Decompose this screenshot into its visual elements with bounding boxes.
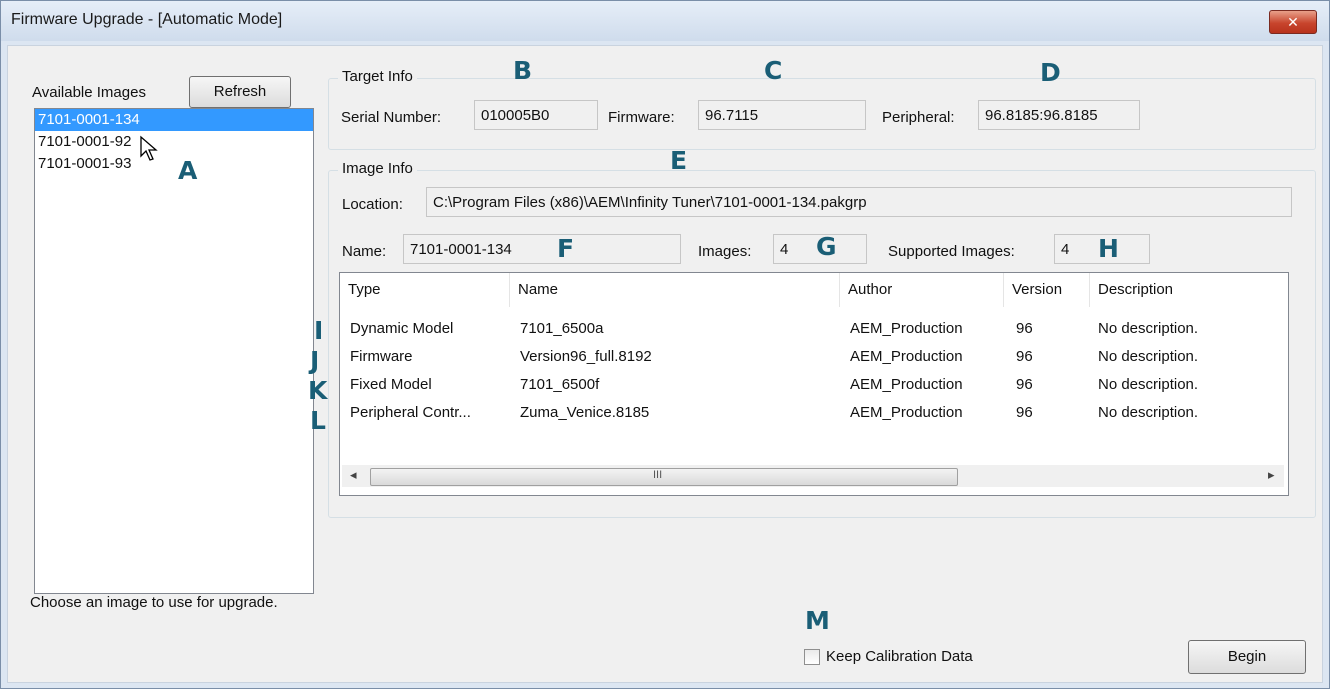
peripheral-field: 96.8185:96.8185 xyxy=(978,100,1140,130)
name-label: Name: xyxy=(342,243,387,260)
supported-images-label: Supported Images: xyxy=(888,243,1015,260)
location-field: C:\Program Files (x86)\AEM\Infinity Tune… xyxy=(426,187,1292,217)
target-info-label: Target Info xyxy=(338,68,417,85)
table-row[interactable]: Fixed Model 7101_6500f AEM_Production 96… xyxy=(340,371,1286,399)
refresh-button[interactable]: Refresh xyxy=(189,76,291,108)
version-cell: 96 xyxy=(1016,376,1033,393)
callout-b: B xyxy=(513,56,533,85)
author-cell: AEM_Production xyxy=(850,348,963,365)
table-row[interactable]: Firmware Version96_full.8192 AEM_Product… xyxy=(340,343,1286,371)
image-list-item[interactable]: 7101-0001-92 xyxy=(35,131,313,153)
scroll-right-arrow-icon[interactable]: ▸ xyxy=(1268,467,1275,483)
callout-e: E xyxy=(670,146,688,175)
serial-number-label: Serial Number: xyxy=(341,109,442,126)
images-label: Images: xyxy=(698,243,752,260)
image-info-label: Image Info xyxy=(338,160,417,177)
name-cell: Version96_full.8192 xyxy=(520,348,652,365)
version-cell: 96 xyxy=(1016,404,1033,421)
callout-k: K xyxy=(308,376,328,405)
scroll-left-arrow-icon[interactable]: ◂ xyxy=(350,467,357,483)
window-title: Firmware Upgrade - [Automatic Mode] xyxy=(11,11,283,28)
serial-number-field: 010005B0 xyxy=(474,100,598,130)
begin-button[interactable]: Begin xyxy=(1188,640,1306,674)
column-header-version[interactable]: Version xyxy=(1004,273,1090,307)
dialog-body: Available Images Refresh 7101-0001-134 7… xyxy=(7,45,1323,683)
description-cell: No description. xyxy=(1098,404,1199,421)
callout-a: A xyxy=(178,156,198,185)
author-cell: AEM_Production xyxy=(850,376,963,393)
image-list-item[interactable]: 7101-0001-134 xyxy=(35,109,313,131)
scrollbar-thumb[interactable]: III xyxy=(370,468,958,486)
version-cell: 96 xyxy=(1016,348,1033,365)
name-cell: 7101_6500f xyxy=(520,376,600,393)
callout-f: F xyxy=(557,234,575,263)
close-button[interactable]: ✕ xyxy=(1269,10,1317,34)
title-bar[interactable]: Firmware Upgrade - [Automatic Mode] ✕ xyxy=(1,1,1329,41)
available-images-list[interactable]: 7101-0001-134 7101-0001-92 7101-0001-93 xyxy=(34,108,314,594)
callout-l: L xyxy=(310,406,326,435)
description-cell: No description. xyxy=(1098,376,1199,393)
table-row[interactable]: Dynamic Model 7101_6500a AEM_Production … xyxy=(340,315,1286,343)
type-cell: Dynamic Model xyxy=(350,320,454,337)
callout-d: D xyxy=(1040,58,1061,87)
callout-g: G xyxy=(816,232,837,261)
column-header-name[interactable]: Name xyxy=(510,273,840,307)
type-cell: Firmware xyxy=(350,348,413,365)
image-list-item[interactable]: 7101-0001-93 xyxy=(35,153,313,175)
callout-j: J xyxy=(310,346,320,375)
firmware-field: 96.7115 xyxy=(698,100,866,130)
callout-m: M xyxy=(805,606,830,635)
description-cell: No description. xyxy=(1098,320,1199,337)
callout-i: I xyxy=(314,316,324,345)
type-cell: Fixed Model xyxy=(350,376,432,393)
author-cell: AEM_Production xyxy=(850,404,963,421)
keep-calibration-label[interactable]: Keep Calibration Data xyxy=(826,648,973,665)
close-icon: ✕ xyxy=(1287,14,1299,30)
name-cell: Zuma_Venice.8185 xyxy=(520,404,650,421)
name-field: 7101-0001-134 xyxy=(403,234,681,264)
image-contents-table[interactable]: Type Name Author Version Description Dyn… xyxy=(339,272,1289,496)
firmware-label: Firmware: xyxy=(608,109,675,126)
callout-c: C xyxy=(764,56,783,85)
scroll-grip-icon: III xyxy=(653,469,663,481)
available-images-label: Available Images xyxy=(32,84,146,101)
callout-h: H xyxy=(1098,234,1119,263)
column-header-author[interactable]: Author xyxy=(840,273,1004,307)
location-label: Location: xyxy=(342,196,403,213)
mouse-cursor-icon xyxy=(140,135,158,161)
type-cell: Peripheral Contr... xyxy=(350,404,471,421)
peripheral-label: Peripheral: xyxy=(882,109,955,126)
author-cell: AEM_Production xyxy=(850,320,963,337)
column-header-type[interactable]: Type xyxy=(340,273,510,307)
description-cell: No description. xyxy=(1098,348,1199,365)
version-cell: 96 xyxy=(1016,320,1033,337)
horizontal-scrollbar[interactable]: ◂ III ▸ xyxy=(342,465,1284,487)
name-cell: 7101_6500a xyxy=(520,320,604,337)
table-row[interactable]: Peripheral Contr... Zuma_Venice.8185 AEM… xyxy=(340,399,1286,427)
upgrade-hint-text: Choose an image to use for upgrade. xyxy=(30,594,278,611)
keep-calibration-checkbox[interactable] xyxy=(804,649,820,665)
column-header-description[interactable]: Description xyxy=(1090,273,1286,307)
firmware-upgrade-window: Firmware Upgrade - [Automatic Mode] ✕ Av… xyxy=(0,0,1330,689)
